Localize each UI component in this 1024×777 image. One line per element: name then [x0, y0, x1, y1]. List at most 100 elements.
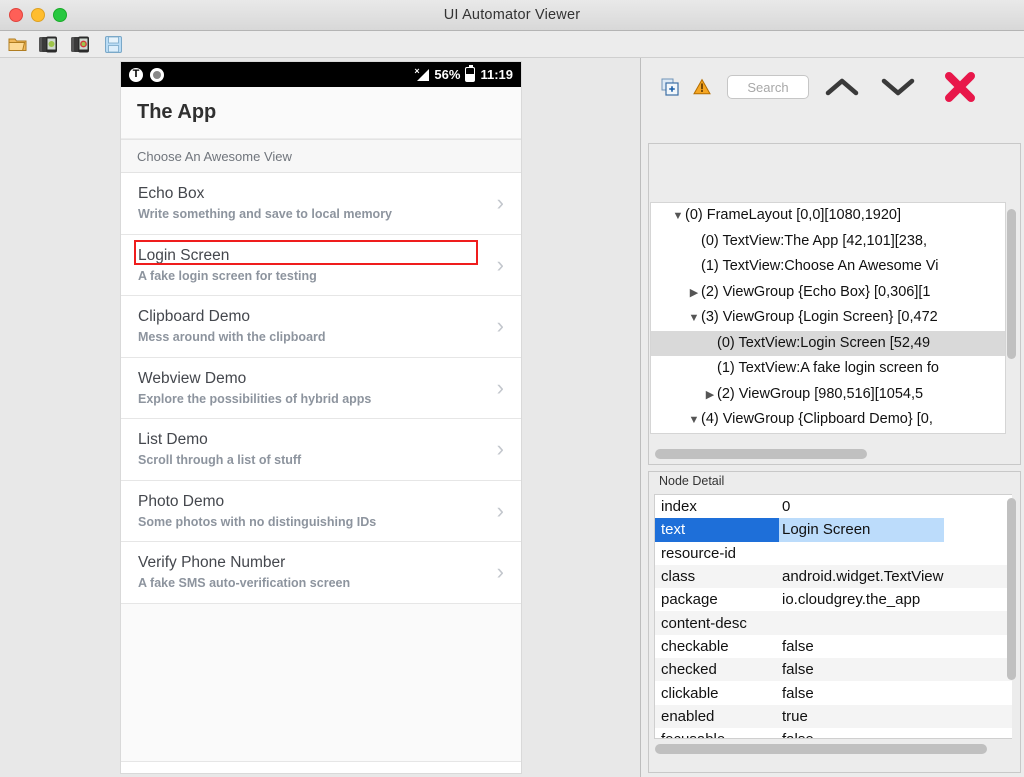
- device-screenshot[interactable]: T × 56% 11:19 The App Choose An Awesome …: [121, 62, 521, 773]
- expand-all-icon[interactable]: [659, 76, 681, 98]
- tree-node[interactable]: (1) TextView:A fake login screen fo: [651, 356, 1005, 382]
- warning-triangle-icon[interactable]: [691, 76, 713, 98]
- list-item-title: Verify Phone Number: [138, 554, 286, 571]
- device-screenshot-compressed-icon[interactable]: [68, 32, 94, 57]
- hierarchy-tree[interactable]: ▼ (0) FrameLayout [0,0][1080,1920] (0) Te…: [650, 202, 1006, 434]
- list-item-subtitle: Write something and save to local memory: [138, 207, 393, 221]
- save-icon[interactable]: [100, 32, 126, 57]
- node-detail-value: Login Screen: [779, 518, 944, 542]
- search-prev-button[interactable]: [819, 70, 865, 104]
- node-detail-row[interactable]: focusablefalse: [655, 727, 1012, 738]
- tree-node[interactable]: ▶ (2) ViewGroup [980,516][1054,5: [651, 382, 1005, 408]
- list-item[interactable]: Photo Demo Some photos with no distinguis…: [121, 480, 521, 542]
- chevron-right-icon: ›: [496, 374, 504, 400]
- tree-horizontal-scrollbar[interactable]: [655, 449, 1007, 459]
- tree-node-selected[interactable]: (0) TextView:Login Screen [52,49: [651, 330, 1005, 358]
- battery-icon: [465, 65, 476, 82]
- list-item[interactable]: Webview Demo Explore the possibilities of…: [121, 357, 521, 419]
- node-detail-value: io.cloudgrey.the_app: [782, 591, 921, 609]
- tree-toolbar: Search: [645, 58, 1024, 116]
- list-item-title: Clipboard Demo: [138, 308, 250, 325]
- notification-icon: T: [129, 67, 143, 82]
- tree-node-label: (4) ViewGroup {Clipboard Demo} [0,: [701, 411, 933, 427]
- node-detail-table[interactable]: index 0 text Login Screen resource-id class an…: [654, 494, 1012, 739]
- node-detail-row[interactable]: class android.widget.TextView: [655, 564, 1012, 589]
- node-detail-row[interactable]: checkable false: [655, 634, 1012, 659]
- node-detail-key: class: [661, 568, 696, 586]
- record-icon: [150, 67, 164, 82]
- tree-node[interactable]: (0) TextView:Clipboard Demo [52,: [651, 433, 1005, 435]
- tree-expanded-twisty-icon[interactable]: ▼: [687, 306, 701, 332]
- node-detail-key: enabled: [661, 707, 715, 725]
- minimize-window-button[interactable]: [31, 8, 45, 22]
- tree-node-label: (3) ViewGroup {Login Screen} [0,472: [701, 309, 938, 325]
- tree-horizontal-scroll-thumb[interactable]: [655, 449, 867, 459]
- list-item[interactable]: Echo Box Write something and save to loca…: [121, 173, 521, 235]
- close-window-button[interactable]: [9, 8, 23, 22]
- tree-expanded-twisty-icon[interactable]: ▼: [671, 204, 685, 230]
- node-detail-value: android.widget.TextView: [782, 568, 944, 586]
- node-detail-vertical-scroll-thumb[interactable]: [1007, 498, 1016, 680]
- device-screenshot-icon[interactable]: [36, 32, 62, 57]
- list-item[interactable]: List Demo Scroll through a list of stuff ›: [121, 419, 521, 481]
- tree-expanded-twisty-icon[interactable]: ▼: [687, 408, 701, 433]
- list-item-title: Login Screen: [138, 246, 230, 264]
- chevron-right-icon: ›: [496, 497, 504, 523]
- node-detail-row[interactable]: package io.cloudgrey.the_app: [655, 588, 1012, 612]
- node-detail-horizontal-scrollbar[interactable]: [655, 744, 1007, 754]
- list-item-title: Echo Box: [138, 185, 205, 202]
- node-detail-key: text: [655, 518, 779, 542]
- tree-twisty-spacer: [687, 255, 701, 281]
- tree-twisty-spacer: [703, 434, 717, 435]
- node-detail-key: clickable: [661, 684, 719, 702]
- list-item[interactable]: Clipboard Demo Mess around with the clipb…: [121, 296, 521, 358]
- node-detail-horizontal-scroll-thumb[interactable]: [655, 744, 987, 754]
- node-detail-row[interactable]: checked false: [655, 658, 1012, 682]
- battery-percent-label: 56%: [434, 67, 461, 82]
- zoom-window-button[interactable]: [53, 8, 67, 22]
- list-item[interactable]: Verify Phone Number A fake SMS auto-verif…: [121, 542, 521, 604]
- list-item-title: Webview Demo: [138, 369, 247, 387]
- node-detail-key: content-desc: [661, 614, 747, 632]
- tree-vertical-scrollbar[interactable]: [1007, 206, 1016, 430]
- tree-node-label: (1) TextView:A fake login screen fo: [717, 360, 939, 376]
- node-detail-key: resource-id: [661, 544, 737, 562]
- signal-icon: ×: [414, 66, 430, 81]
- clear-search-button[interactable]: [939, 68, 981, 106]
- app-toolbar: [0, 31, 1024, 58]
- search-input[interactable]: Search: [727, 75, 809, 99]
- tree-node[interactable]: ▼ (0) FrameLayout [0,0][1080,1920]: [651, 203, 1005, 229]
- search-next-button[interactable]: [875, 70, 921, 104]
- list-item[interactable]: Login Screen A fake login screen for test…: [121, 234, 521, 296]
- tree-twisty-spacer: [703, 332, 717, 358]
- node-detail-row[interactable]: resource-id: [655, 541, 1012, 565]
- tree-node[interactable]: (1) TextView:Choose An Awesome Vi: [651, 254, 1005, 280]
- node-detail-key: checked: [661, 661, 717, 679]
- tree-collapsed-twisty-icon[interactable]: ▶: [703, 383, 717, 409]
- node-detail-vertical-scrollbar[interactable]: [1007, 498, 1016, 735]
- tree-node[interactable]: ▼ (3) ViewGroup {Login Screen} [0,472: [651, 305, 1005, 331]
- hierarchy-tree-panel: ▼ (0) FrameLayout [0,0][1080,1920] (0) Te…: [648, 143, 1021, 465]
- tree-node[interactable]: (0) TextView:The App [42,101][238,: [651, 229, 1005, 255]
- node-detail-row[interactable]: clickable false: [655, 681, 1012, 705]
- node-detail-row-selected[interactable]: text Login Screen: [655, 518, 1012, 542]
- node-detail-key: focusable: [655, 731, 779, 738]
- list-item-title: Photo Demo: [138, 492, 225, 510]
- tree-collapsed-twisty-icon[interactable]: ▶: [687, 281, 701, 307]
- tree-node[interactable]: ▼ (4) ViewGroup {Clipboard Demo} [0,: [651, 407, 1005, 433]
- tree-node[interactable]: ▶ (2) ViewGroup {Echo Box} [0,306][1: [651, 280, 1005, 306]
- tree-twisty-spacer: [703, 357, 717, 383]
- node-detail-value: false: [782, 661, 814, 679]
- search-placeholder: Search: [747, 79, 789, 95]
- list-item-subtitle: Scroll through a list of stuff: [138, 453, 302, 467]
- device-app-title: The App: [137, 101, 217, 123]
- node-detail-value: false: [782, 684, 814, 702]
- open-folder-icon[interactable]: [4, 32, 30, 57]
- node-detail-row[interactable]: content-desc: [655, 611, 1012, 635]
- tree-vertical-scroll-thumb[interactable]: [1007, 209, 1016, 359]
- node-detail-row[interactable]: index 0: [655, 495, 1012, 519]
- ui-automator-viewer-window: UI Automator Viewer T × 56% 11:19 The Ap…: [0, 0, 1024, 777]
- node-detail-row[interactable]: enabled true: [655, 704, 1012, 728]
- clock-label: 11:19: [480, 67, 513, 82]
- node-detail-key: index: [661, 498, 697, 516]
